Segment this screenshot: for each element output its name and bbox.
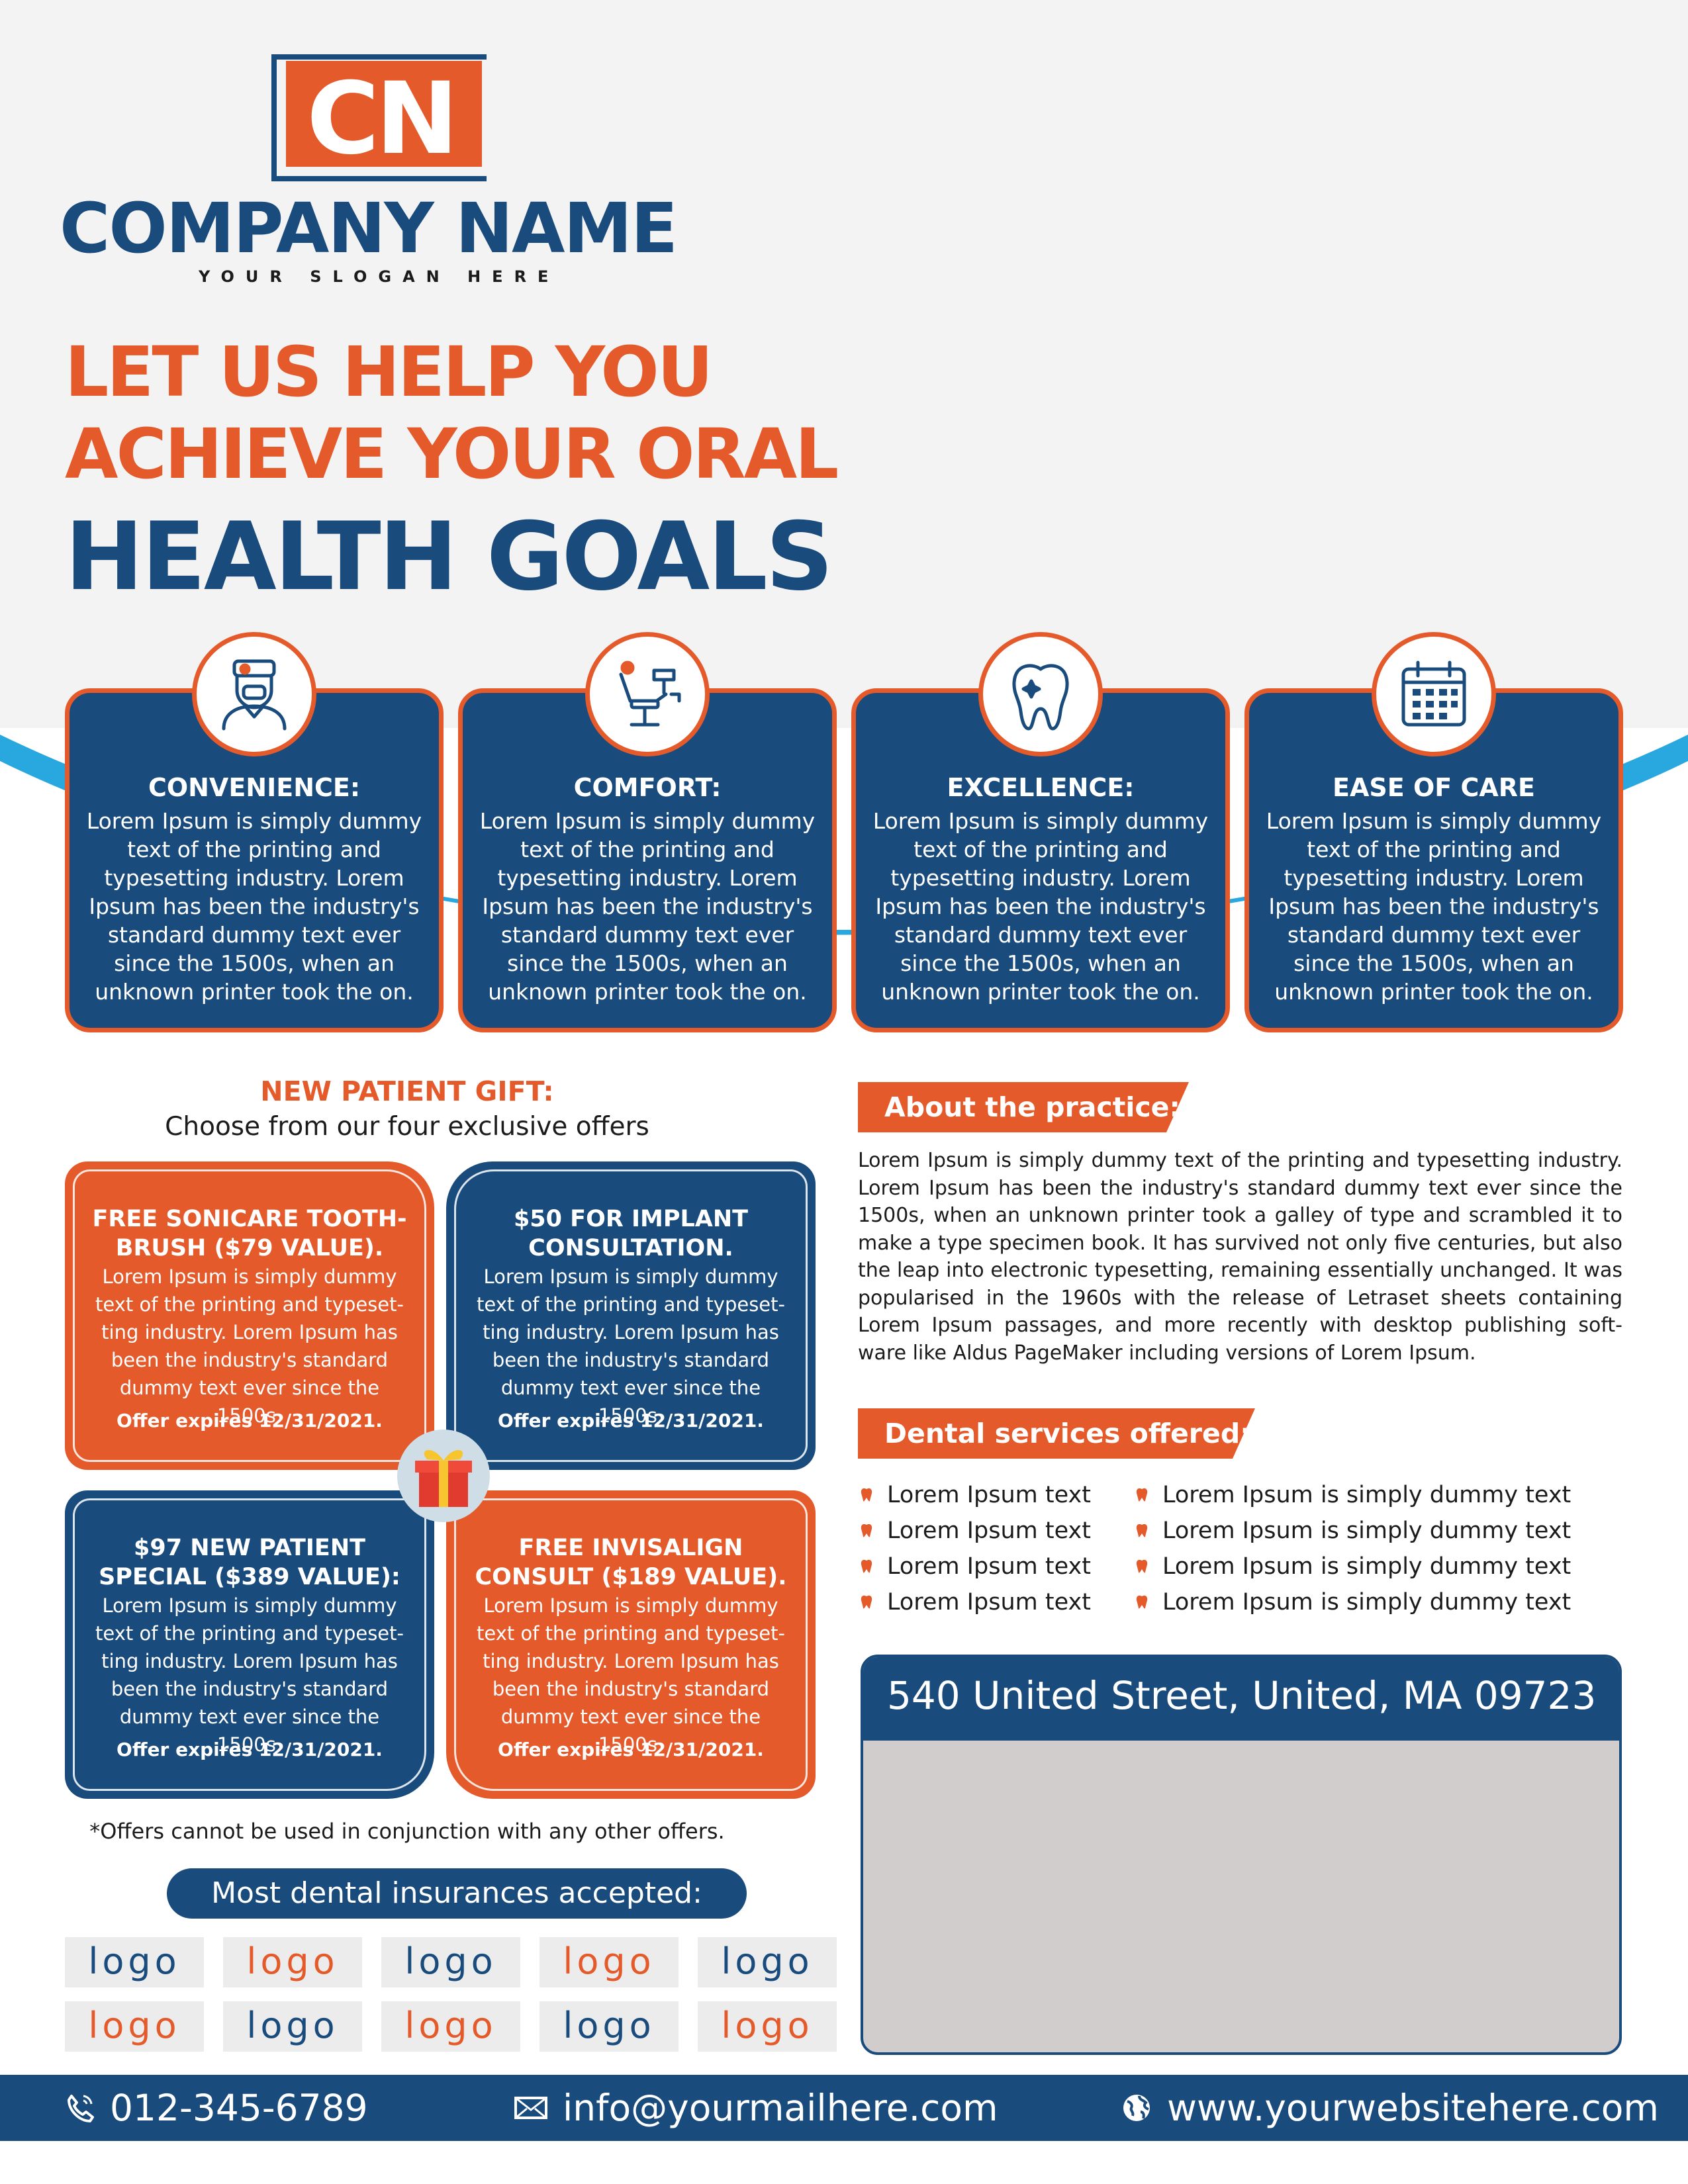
globe-icon [1123, 2095, 1150, 2121]
feature-title: EXCELLENCE: [947, 773, 1135, 802]
logo-monogram: CN [306, 62, 459, 177]
list-item: Lorem Ipsum text [861, 1584, 1125, 1620]
offer-body: Lorem Ipsum is simply dummy text of the … [95, 1265, 404, 1427]
offer-title: FREE SONICARE TOOTH-BRUSH ($79 VALUE). [92, 1206, 407, 1261]
insurance-logo: logo [65, 2001, 204, 2052]
tooth-icon [978, 632, 1103, 756]
offer-title: FREE INVISALIGN CONSULT ($189 VALUE). [475, 1535, 787, 1590]
offer-card-toothbrush: FREE SONICARE TOOTH-BRUSH ($79 VALUE). L… [65, 1161, 434, 1470]
feature-title: EASE OF CARE [1333, 773, 1535, 802]
website-url: www.yourwebsitehere.com [1167, 2087, 1660, 2129]
gift-subtitle: Choose from our four exclusive offers [165, 1112, 649, 1142]
insurance-logo: logo [381, 1937, 520, 1987]
footer-bar: 012-345-6789 info@yourmailhere.com www.y… [0, 2075, 1688, 2141]
tooth-bullet-icon [861, 1595, 872, 1609]
address-text: 540 United Street, United, MA 09723 [863, 1657, 1619, 1741]
services-label: Dental services offered: [858, 1408, 1255, 1459]
feature-title: COMFORT: [573, 773, 722, 802]
services-list-1: Lorem Ipsum text Lorem Ipsum text Lorem … [861, 1477, 1125, 1620]
service-text: Lorem Ipsum is simply dummy text [1162, 1518, 1571, 1544]
tooth-bullet-icon [861, 1559, 872, 1573]
tooth-bullet-icon [1136, 1559, 1148, 1573]
feature-body: Lorem Ipsum is simply dummy text of the … [1266, 808, 1602, 1005]
insurance-logo: logo [698, 1937, 837, 1987]
headline-line-3: HEALTH GOALS [65, 502, 833, 612]
insurance-label: Most dental insurances accepted: [167, 1868, 747, 1919]
phone-icon [68, 2095, 94, 2122]
list-item: Lorem Ipsum is simply dummy text [1136, 1513, 1613, 1549]
offer-expiry: Offer expires 12/31/2021. [498, 1410, 764, 1432]
feature-title: CONVENIENCE: [148, 773, 361, 802]
insurance-logo: logo [539, 1937, 679, 1987]
service-text: Lorem Ipsum text [887, 1518, 1091, 1544]
service-text: Lorem Ipsum text [887, 1553, 1091, 1580]
gift-title: NEW PATIENT GIFT: [260, 1075, 554, 1107]
tooth-bullet-icon [861, 1488, 872, 1502]
gift-box-icon [397, 1430, 490, 1522]
tooth-bullet-icon [861, 1524, 872, 1537]
insurance-logo: logo [698, 2001, 837, 2052]
insurance-logo: logo [65, 1937, 204, 1987]
offers-disclaimer: *Offers cannot be used in conjunction wi… [89, 1819, 725, 1844]
list-item: Lorem Ipsum is simply dummy text [1136, 1584, 1613, 1620]
company-name: COMPANY NAME [60, 188, 678, 269]
phone-number: 012-345-6789 [110, 2087, 368, 2129]
offer-card-implant: $50 FOR IMPLANT CONSULTATION. Lorem Ipsu… [446, 1161, 816, 1470]
about-label: About the practice: [858, 1082, 1189, 1132]
service-text: Lorem Ipsum text [887, 1482, 1091, 1508]
offer-body: Lorem Ipsum is simply dummy text of the … [95, 1594, 404, 1756]
service-text: Lorem Ipsum is simply dummy text [1162, 1589, 1571, 1615]
list-item: Lorem Ipsum text [861, 1513, 1125, 1549]
feature-body: Lorem Ipsum is simply dummy text of the … [86, 808, 422, 1005]
offer-body: Lorem Ipsum is simply dummy text of the … [477, 1594, 785, 1756]
calendar-icon [1372, 632, 1496, 756]
service-text: Lorem Ipsum is simply dummy text [1162, 1482, 1571, 1508]
offer-card-new-patient: $97 NEW PATIENT SPECIAL ($389 VALUE): Lo… [65, 1490, 434, 1799]
feature-body: Lorem Ipsum is simply dummy text of the … [479, 808, 816, 1005]
service-text: Lorem Ipsum text [887, 1589, 1091, 1615]
offer-card-invisalign: FREE INVISALIGN CONSULT ($189 VALUE). Lo… [446, 1490, 816, 1799]
headline-line-2: ACHIEVE YOUR ORAL [65, 414, 839, 494]
tooth-bullet-icon [1136, 1524, 1148, 1537]
footer-email[interactable]: info@yourmailhere.com [514, 2075, 998, 2141]
about-body: Lorem Ipsum is simply dummy text of the … [858, 1149, 1622, 1365]
list-item: Lorem Ipsum is simply dummy text [1136, 1549, 1613, 1584]
service-text: Lorem Ipsum is simply dummy text [1162, 1553, 1571, 1580]
footer-website[interactable]: www.yourwebsitehere.com [1121, 2075, 1659, 2141]
slogan: YOUR SLOGAN HERE [199, 267, 560, 286]
insurance-logo: logo [539, 2001, 679, 2052]
insurance-logo: logo [223, 1937, 362, 1987]
tooth-bullet-icon [1136, 1488, 1148, 1502]
list-item: Lorem Ipsum text [861, 1549, 1125, 1584]
insurance-logo: logo [223, 2001, 362, 2052]
services-list-2: Lorem Ipsum is simply dummy text Lorem I… [1136, 1477, 1613, 1620]
address-map-box: 540 United Street, United, MA 09723 [861, 1655, 1622, 2055]
offer-expiry: Offer expires 12/31/2021. [117, 1410, 383, 1432]
dentist-icon [192, 632, 316, 756]
offer-expiry: Offer expires 12/31/2021. [117, 1739, 383, 1760]
email-address: info@yourmailhere.com [563, 2087, 998, 2129]
offer-expiry: Offer expires 12/31/2021. [498, 1739, 764, 1760]
list-item: Lorem Ipsum text [861, 1477, 1125, 1513]
list-item: Lorem Ipsum is simply dummy text [1136, 1477, 1613, 1513]
headline-line-1: LET US HELP YOU [65, 332, 713, 412]
footer-phone[interactable]: 012-345-6789 [64, 2075, 368, 2141]
tooth-bullet-icon [1136, 1595, 1148, 1609]
dental-chair-icon [585, 632, 710, 756]
insurance-logo: logo [381, 2001, 520, 2052]
mail-icon [514, 2097, 547, 2119]
offer-title: $50 FOR IMPLANT CONSULTATION. [513, 1206, 749, 1261]
offer-title: $97 NEW PATIENT SPECIAL ($389 VALUE): [99, 1535, 400, 1590]
offer-body: Lorem Ipsum is simply dummy text of the … [477, 1265, 785, 1427]
feature-body: Lorem Ipsum is simply dummy text of the … [872, 808, 1209, 1005]
